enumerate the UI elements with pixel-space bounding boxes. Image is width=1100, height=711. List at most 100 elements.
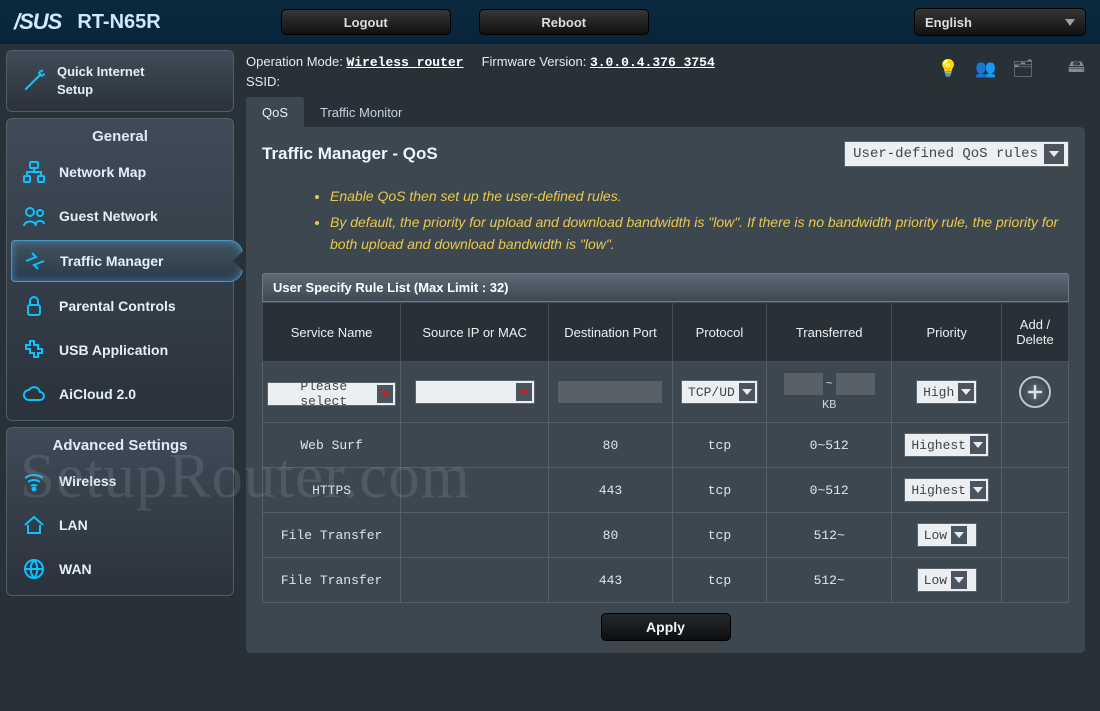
nav-label: USB Application bbox=[59, 342, 168, 358]
usb-icon[interactable]: 🖴 bbox=[1068, 54, 1085, 83]
nav-label: Parental Controls bbox=[59, 298, 176, 314]
rule-mode-select[interactable]: User-defined QoS rules bbox=[844, 141, 1069, 167]
firmware-version: Firmware Version: 3.0.0.4.376_3754 bbox=[482, 54, 715, 69]
cell-transferred: 512~ bbox=[767, 513, 892, 558]
input-row: Please selectTCP/UD~KBHigh bbox=[263, 362, 1069, 423]
add-rule-button[interactable] bbox=[1019, 376, 1051, 408]
language-label: English bbox=[925, 15, 972, 30]
users-icon[interactable]: 👥 bbox=[975, 59, 996, 79]
rule-table: Service NameSource IP or MACDestination … bbox=[262, 302, 1069, 603]
panel-title: Traffic Manager - QoS bbox=[262, 144, 438, 164]
logout-button[interactable]: Logout bbox=[281, 9, 451, 35]
rule-table-caption: User Specify Rule List (Max Limit : 32) bbox=[262, 273, 1069, 302]
service-select[interactable]: Please select bbox=[267, 382, 396, 406]
nav-label: Wireless bbox=[59, 473, 116, 489]
cell-transferred: 0~512 bbox=[767, 423, 892, 468]
dest-port-input[interactable] bbox=[557, 380, 663, 404]
nav-icon bbox=[21, 512, 47, 538]
tab-traffic-monitor[interactable]: Traffic Monitor bbox=[304, 97, 418, 127]
nav-label: Guest Network bbox=[59, 208, 158, 224]
wand-icon bbox=[21, 68, 47, 94]
chevron-down-icon bbox=[1044, 144, 1064, 164]
nav-label: LAN bbox=[59, 517, 88, 533]
status-icons: 💡 👥 🗂 🖴 bbox=[938, 54, 1085, 83]
op-mode: Operation Mode: Wireless router bbox=[246, 54, 467, 69]
cell-service: HTTPS bbox=[263, 468, 401, 513]
trans-min-input[interactable] bbox=[783, 372, 824, 396]
cell-proto: tcp bbox=[672, 513, 766, 558]
row-priority-select[interactable]: Highest bbox=[904, 433, 989, 457]
cell-port: 443 bbox=[549, 468, 673, 513]
cell-proto: tcp bbox=[672, 423, 766, 468]
cell-transferred: 512~ bbox=[767, 558, 892, 603]
wizard-label: Quick InternetSetup bbox=[57, 63, 144, 99]
cell-action bbox=[1001, 513, 1068, 558]
tab-qos[interactable]: QoS bbox=[246, 97, 304, 127]
col-header: Destination Port bbox=[549, 303, 673, 362]
brand-logo: /SUS bbox=[14, 9, 61, 35]
sidebar-item-guest-network[interactable]: Guest Network bbox=[11, 196, 229, 236]
main-content: Operation Mode: Wireless router Firmware… bbox=[234, 44, 1100, 711]
cell-action bbox=[1001, 558, 1068, 603]
nav-label: Traffic Manager bbox=[60, 253, 163, 269]
col-header: Source IP or MAC bbox=[401, 303, 549, 362]
cell-action bbox=[1001, 468, 1068, 513]
ssid: SSID: bbox=[246, 74, 715, 89]
priority-select[interactable]: High bbox=[916, 380, 977, 404]
table-row: File Transfer443tcp512~Low bbox=[263, 558, 1069, 603]
cell-proto: tcp bbox=[672, 558, 766, 603]
bulb-icon[interactable]: 💡 bbox=[938, 59, 959, 79]
sidebar-item-wireless[interactable]: Wireless bbox=[11, 461, 229, 501]
cell-port: 80 bbox=[549, 513, 673, 558]
quick-internet-setup[interactable]: Quick InternetSetup bbox=[6, 50, 234, 112]
sidebar-item-aicloud-2-0[interactable]: AiCloud 2.0 bbox=[11, 374, 229, 414]
language-dropdown[interactable]: English bbox=[914, 8, 1086, 36]
sidebar-item-parental-controls[interactable]: Parental Controls bbox=[11, 286, 229, 326]
sidebar-general: General Network Map Guest Network Traffic … bbox=[6, 118, 234, 421]
row-priority-select[interactable]: Low bbox=[917, 523, 977, 547]
protocol-select[interactable]: TCP/UD bbox=[681, 380, 758, 404]
sidebar-item-traffic-manager[interactable]: Traffic Manager bbox=[11, 240, 243, 282]
sidebar-item-network-map[interactable]: Network Map bbox=[11, 152, 229, 192]
cell-service: File Transfer bbox=[263, 513, 401, 558]
nav-label: Network Map bbox=[59, 164, 146, 180]
source-select[interactable] bbox=[415, 380, 535, 404]
nav-icon bbox=[21, 293, 47, 319]
col-header: Add / Delete bbox=[1001, 303, 1068, 362]
sidebar-item-wan[interactable]: WAN bbox=[11, 549, 229, 589]
cell-port: 443 bbox=[549, 558, 673, 603]
cell-src bbox=[401, 423, 549, 468]
sidebar: Quick InternetSetup General Network MapG… bbox=[0, 44, 234, 711]
row-priority-select[interactable]: Highest bbox=[904, 478, 989, 502]
nav-icon bbox=[22, 248, 48, 274]
cell-service: Web Surf bbox=[263, 423, 401, 468]
nav-icon bbox=[21, 203, 47, 229]
col-header: Priority bbox=[892, 303, 1002, 362]
cell-src bbox=[401, 558, 549, 603]
cell-src bbox=[401, 468, 549, 513]
apply-button[interactable]: Apply bbox=[601, 613, 731, 641]
nav-icon bbox=[21, 381, 47, 407]
nav-label: AiCloud 2.0 bbox=[59, 386, 136, 402]
cell-port: 80 bbox=[549, 423, 673, 468]
sidebar-advanced: Advanced Settings Wireless LAN WAN bbox=[6, 427, 234, 596]
cell-proto: tcp bbox=[672, 468, 766, 513]
col-header: Transferred bbox=[767, 303, 892, 362]
qos-panel: Traffic Manager - QoS User-defined QoS r… bbox=[246, 127, 1085, 653]
nav-icon bbox=[21, 159, 47, 185]
nav-icon bbox=[21, 468, 47, 494]
table-row: Web Surf 80tcp0~512 Highest bbox=[263, 423, 1069, 468]
general-header: General bbox=[7, 119, 233, 148]
advanced-header: Advanced Settings bbox=[7, 428, 233, 457]
sidebar-item-usb-application[interactable]: USB Application bbox=[11, 330, 229, 370]
cell-transferred: 0~512 bbox=[767, 468, 892, 513]
top-bar: /SUS RT-N65R Logout Reboot English bbox=[0, 0, 1100, 44]
trans-max-input[interactable] bbox=[835, 372, 876, 396]
reboot-button[interactable]: Reboot bbox=[479, 9, 649, 35]
row-priority-select[interactable]: Low bbox=[917, 568, 977, 592]
table-row: File Transfer 80tcp512~ Low bbox=[263, 513, 1069, 558]
col-header: Protocol bbox=[672, 303, 766, 362]
network-icon[interactable]: 🗂 bbox=[1012, 59, 1034, 79]
sidebar-item-lan[interactable]: LAN bbox=[11, 505, 229, 545]
nav-label: WAN bbox=[59, 561, 92, 577]
